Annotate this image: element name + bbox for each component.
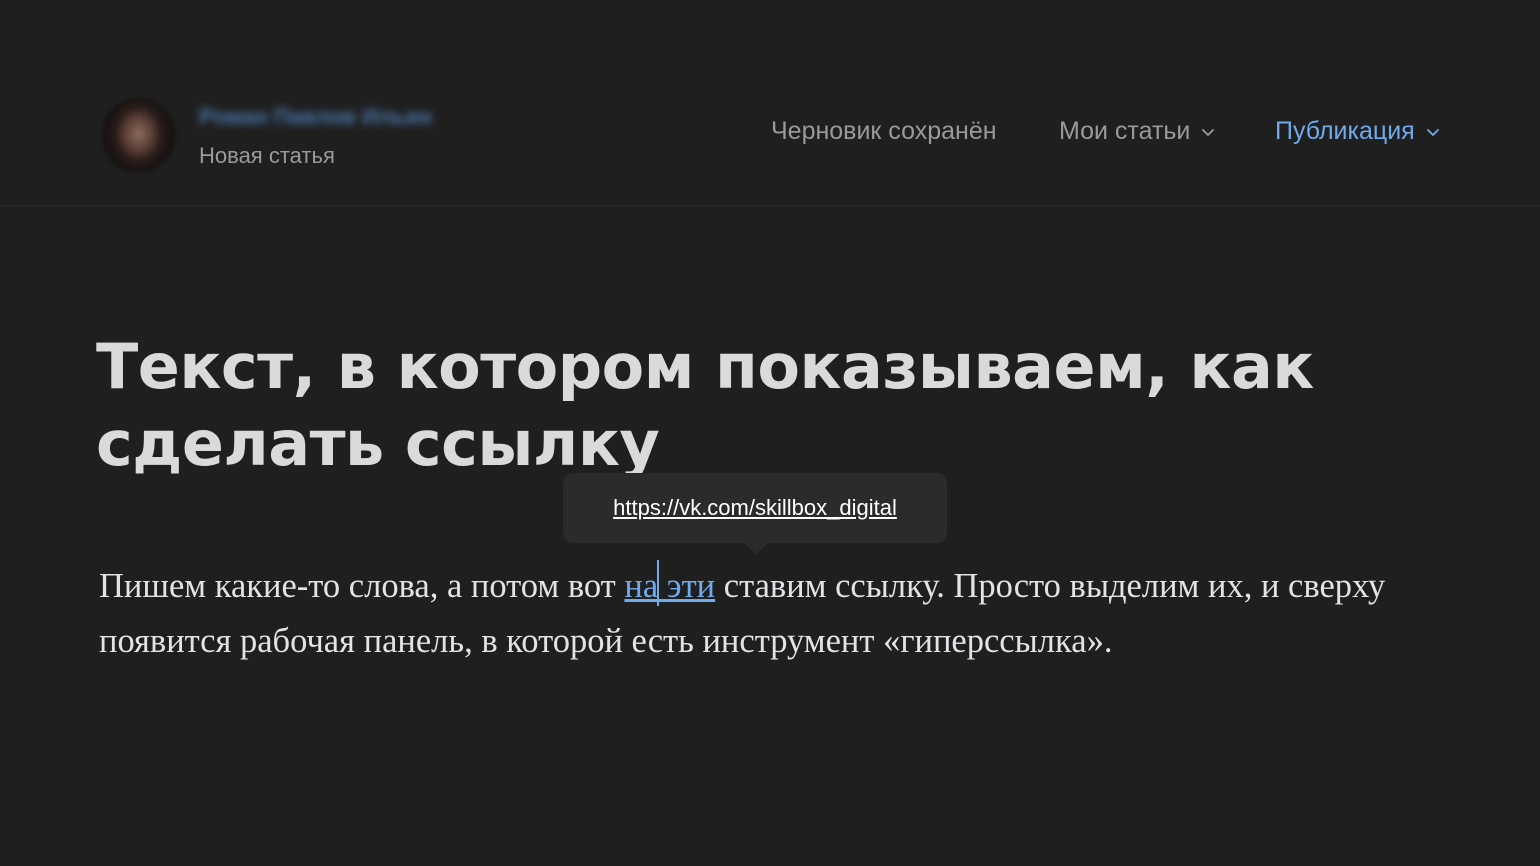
tooltip-arrow	[744, 543, 768, 554]
tooltip-url-link[interactable]: https://vk.com/skillbox_digital	[613, 495, 897, 521]
link-text-part1: на	[624, 567, 659, 605]
chevron-down-icon	[1200, 124, 1216, 140]
inline-hyperlink[interactable]: на эти	[624, 560, 716, 606]
link-tooltip: https://vk.com/skillbox_digital	[563, 473, 947, 543]
my-articles-dropdown[interactable]: Мои статьи	[1059, 117, 1216, 146]
author-name[interactable]: Роман Павлов Ильин	[199, 104, 432, 130]
link-text-part2: эти	[658, 567, 716, 605]
chevron-down-icon	[1425, 124, 1441, 140]
draft-saved-label: Черновик сохранён	[771, 117, 997, 145]
paragraph-text-before: Пишем какие-то слова, а потом вот	[99, 567, 625, 605]
editor-header: Роман Павлов Ильин Новая статья Черновик…	[0, 0, 1540, 206]
publish-dropdown[interactable]: Публикация	[1275, 117, 1441, 146]
avatar[interactable]	[101, 98, 176, 173]
article-title[interactable]: Текст, в котором показываем, как сделать…	[96, 328, 1396, 482]
my-articles-label: Мои статьи	[1059, 117, 1191, 145]
article-paragraph[interactable]: Пишем какие-то слова, а потом вот на эти…	[99, 559, 1479, 669]
publish-label: Публикация	[1275, 117, 1415, 145]
doc-type-label: Новая статья	[199, 143, 335, 168]
draft-saved-status: Черновик сохранён	[771, 117, 997, 146]
